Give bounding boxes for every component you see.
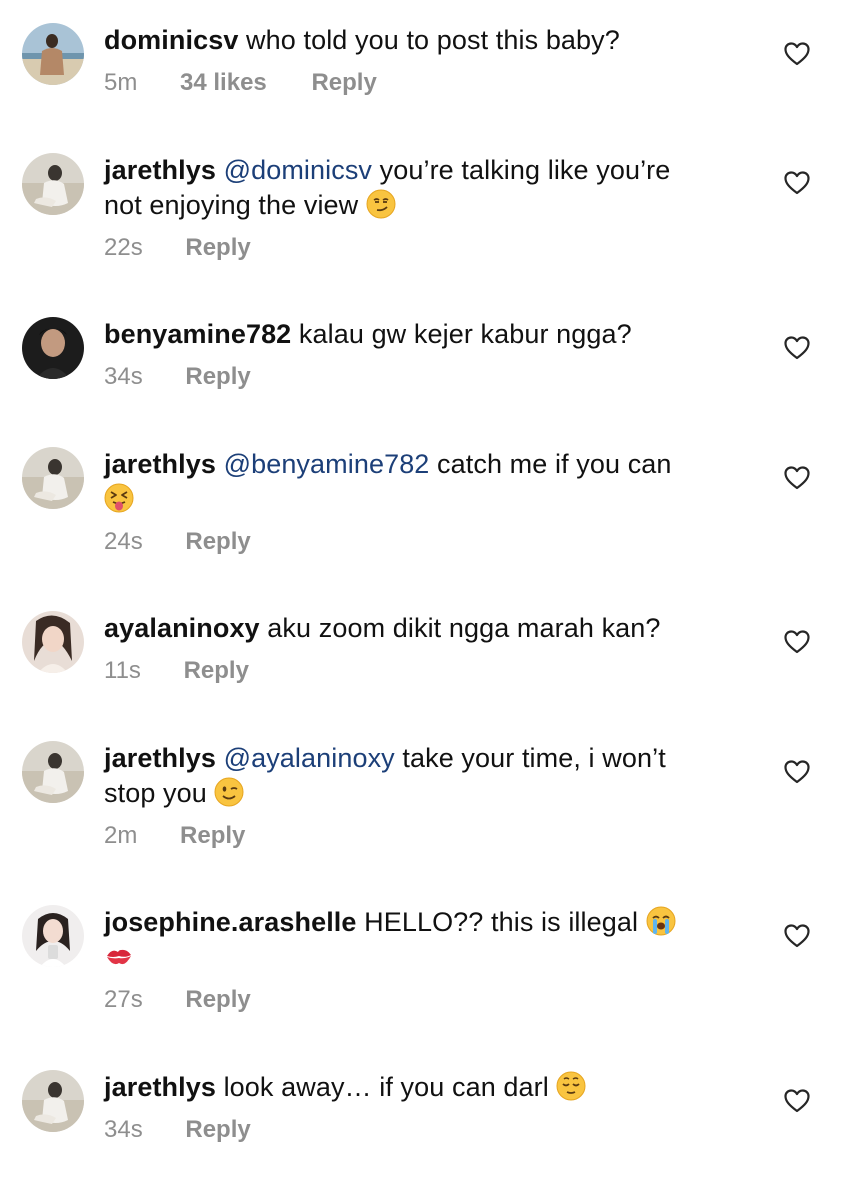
comment-text: ayalaninoxy aku zoom dikit ngga marah ka… — [104, 611, 754, 646]
avatar[interactable] — [22, 905, 84, 967]
username[interactable]: jarethlys — [104, 743, 216, 773]
comment-meta: 27s Reply — [104, 985, 754, 1015]
comment-body: jarethlys @benyamine782 catch me if you … — [104, 447, 754, 557]
mention-link[interactable]: @dominicsv — [224, 155, 372, 185]
comment-text: jarethlys @ayalaninoxy take your time, i… — [104, 741, 754, 811]
relieved-face-emoji — [556, 1071, 586, 1101]
username[interactable]: ayalaninoxy — [104, 613, 260, 643]
mention-link[interactable]: @benyamine782 — [224, 449, 430, 479]
comment-text: jarethlys look away… if you can darl — [104, 1070, 754, 1105]
reply-button[interactable]: Reply — [184, 656, 249, 686]
timestamp: 11s — [104, 657, 141, 684]
reply-button[interactable]: Reply — [185, 985, 250, 1015]
username[interactable]: jarethlys — [104, 449, 216, 479]
comment-message: kalau gw kejer kabur ngga? — [298, 319, 632, 349]
comment-message: HELLO?? this is illegal — [364, 907, 639, 937]
comment-meta: 34s Reply — [104, 362, 754, 392]
reply-button[interactable]: Reply — [185, 1115, 250, 1145]
username[interactable]: dominicsv — [104, 25, 238, 55]
avatar[interactable] — [22, 23, 84, 85]
reply-button[interactable]: Reply — [311, 68, 376, 98]
comment-body: dominicsv who told you to post this baby… — [104, 23, 754, 98]
comment-message: catch me if you can — [437, 449, 672, 479]
timestamp: 2m — [104, 822, 138, 849]
comment-message: look away… if you can darl — [223, 1072, 549, 1102]
comment-message: you’re talking like you’re — [379, 155, 671, 185]
comment-meta: 24s Reply — [104, 527, 754, 557]
avatar[interactable] — [22, 153, 84, 215]
comment-meta: 22s Reply — [104, 233, 754, 263]
comment-message: who told you to post this baby? — [246, 25, 620, 55]
squinting-face-with-tongue-emoji — [104, 483, 134, 513]
mention-link[interactable]: @ayalaninoxy — [224, 743, 395, 773]
reply-button[interactable]: Reply — [185, 527, 250, 557]
comment-text: dominicsv who told you to post this baby… — [104, 23, 754, 58]
heart-outline-icon[interactable] — [784, 630, 810, 654]
avatar[interactable] — [22, 447, 84, 509]
timestamp: 34s — [104, 1116, 143, 1143]
likes-count[interactable]: 34 likes — [180, 68, 267, 98]
heart-outline-icon[interactable] — [784, 171, 810, 195]
comment-meta: 5m 34 likes Reply — [104, 68, 754, 98]
avatar[interactable] — [22, 1070, 84, 1132]
heart-outline-icon[interactable] — [784, 1089, 810, 1113]
comment-message: aku zoom dikit ngga marah kan? — [267, 613, 661, 643]
reply-button[interactable]: Reply — [180, 821, 245, 851]
avatar[interactable] — [22, 741, 84, 803]
smirking-face-emoji — [366, 189, 396, 219]
timestamp: 5m — [104, 69, 138, 96]
winking-face-emoji — [214, 777, 244, 807]
comment-meta: 34s Reply — [104, 1115, 754, 1145]
heart-outline-icon[interactable] — [784, 924, 810, 948]
reply-button[interactable]: Reply — [185, 362, 250, 392]
heart-outline-icon[interactable] — [784, 760, 810, 784]
comment-body: jarethlys look away… if you can darl 34s… — [104, 1070, 754, 1145]
username[interactable]: jarethlys — [104, 1072, 216, 1102]
comment-body: jarethlys @dominicsv you’re talking like… — [104, 153, 754, 263]
timestamp: 22s — [104, 234, 143, 261]
comment-message: take your time, i won’t — [402, 743, 666, 773]
comment-text: jarethlys @dominicsv you’re talking like… — [104, 153, 754, 223]
comment-meta: 2m Reply — [104, 821, 754, 851]
username[interactable]: jarethlys — [104, 155, 216, 185]
timestamp: 24s — [104, 528, 143, 555]
comment-meta: 11s Reply — [104, 656, 754, 686]
comment-text: benyamine782 kalau gw kejer kabur ngga? — [104, 317, 754, 352]
comment-body: josephine.arashelle HELLO?? this is ille… — [104, 905, 754, 1015]
loudly-crying-face-emoji — [646, 906, 676, 936]
comment-text: josephine.arashelle HELLO?? this is ille… — [104, 905, 754, 975]
avatar[interactable] — [22, 317, 84, 379]
avatar[interactable] — [22, 611, 84, 673]
heart-outline-icon[interactable] — [784, 466, 810, 490]
comment-message-line2: stop you — [104, 778, 207, 808]
timestamp: 27s — [104, 986, 143, 1013]
comment-text: jarethlys @benyamine782 catch me if you … — [104, 447, 754, 517]
reply-button[interactable]: Reply — [185, 233, 250, 263]
timestamp: 34s — [104, 363, 143, 390]
username[interactable]: josephine.arashelle — [104, 907, 357, 937]
kiss-mark-emoji — [104, 941, 134, 971]
comment-body: benyamine782 kalau gw kejer kabur ngga? … — [104, 317, 754, 392]
comment-body: jarethlys @ayalaninoxy take your time, i… — [104, 741, 754, 851]
comment-body: ayalaninoxy aku zoom dikit ngga marah ka… — [104, 611, 754, 686]
heart-outline-icon[interactable] — [784, 336, 810, 360]
username[interactable]: benyamine782 — [104, 319, 291, 349]
heart-outline-icon[interactable] — [784, 42, 810, 66]
comment-message-line2: not enjoying the view — [104, 190, 359, 220]
